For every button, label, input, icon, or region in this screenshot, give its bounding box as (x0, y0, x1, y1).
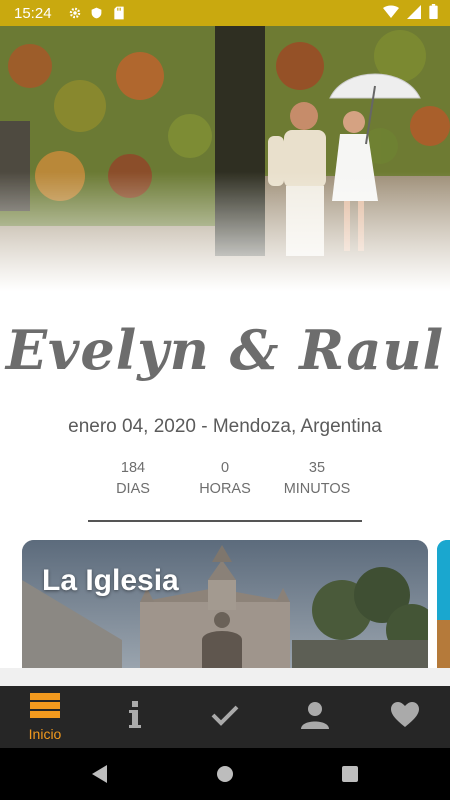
content-bottom-strip (0, 668, 450, 686)
status-time: 15:24 (14, 4, 52, 22)
hero-couple-photo (0, 26, 450, 291)
countdown-minutes-value: 35 (308, 460, 326, 476)
countdown-minutes: 35 MINUTOS (272, 458, 362, 500)
countdown-days: 184 DIAS (88, 458, 178, 500)
countdown-minutes-unit: MINUTOS (283, 481, 351, 497)
heart-icon (391, 701, 419, 733)
countdown-hours-unit: HORAS (199, 481, 251, 497)
wifi-icon (383, 5, 399, 22)
nav-item-inicio[interactable]: Inicio (0, 686, 90, 748)
sd-card-icon (112, 6, 126, 20)
nav-item-info[interactable] (90, 686, 180, 748)
card-title: La Iglesia (42, 564, 179, 597)
home-icon[interactable] (213, 762, 237, 786)
home-list-icon (30, 692, 60, 724)
nav-item-rsvp[interactable] (180, 686, 270, 748)
system-nav-bar (0, 748, 450, 800)
status-bar: 15:24 (0, 0, 450, 26)
countdown-hours-value: 0 (220, 460, 230, 476)
bottom-nav: Inicio (0, 686, 450, 748)
gear-icon (68, 6, 82, 20)
nav-label-inicio: Inicio (28, 725, 62, 742)
recents-icon[interactable] (338, 762, 362, 786)
countdown-hours: 0 HORAS (180, 458, 270, 500)
signal-icon (407, 4, 421, 22)
countdown-days-value: 184 (120, 460, 146, 476)
shield-icon (90, 6, 104, 20)
couple-names-title: Evelyn & Raul (5, 318, 445, 382)
countdown: 184 DIAS 0 HORAS 35 MINUTOS (0, 458, 450, 502)
check-icon (211, 704, 239, 731)
countdown-days-unit: DIAS (116, 481, 150, 497)
nav-item-profile[interactable] (270, 686, 360, 748)
card-la-iglesia[interactable]: La Iglesia (22, 540, 428, 668)
battery-icon (429, 4, 438, 22)
person-icon (301, 701, 329, 734)
back-icon[interactable] (88, 762, 112, 786)
event-date-location: enero 04, 2020 - Mendoza, Argentina (68, 416, 382, 437)
info-icon (129, 700, 141, 734)
church-photo (22, 540, 428, 668)
nav-item-favorites[interactable] (360, 686, 450, 748)
next-card-peek[interactable] (437, 540, 450, 668)
divider (88, 520, 362, 522)
